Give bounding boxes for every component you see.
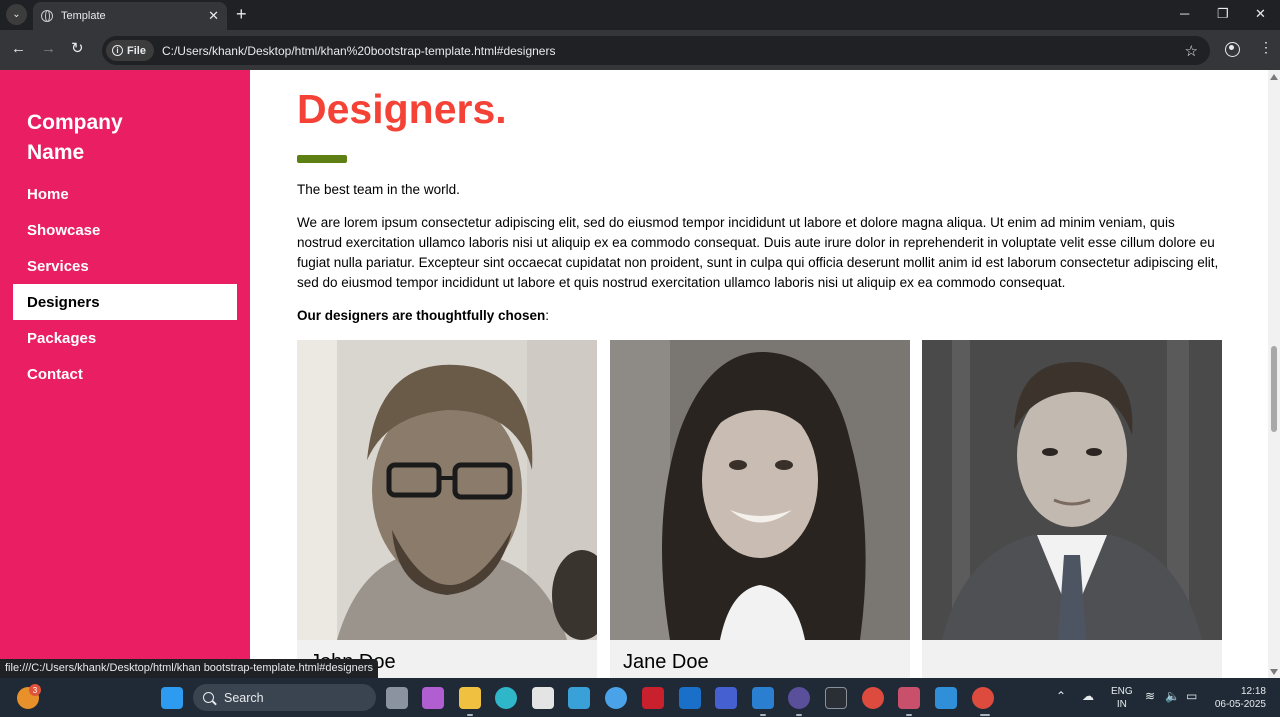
tab-search-button[interactable]: ⌄ [6,4,27,25]
terminal-icon[interactable] [825,687,847,709]
designer-card: John Doe [297,340,597,678]
windows-taskbar: 3 Search ⌃ ☁ ENG IN ≋ 🔈 ▭ 12:18 06-05-20… [0,678,1280,717]
vscode-icon[interactable] [752,687,774,709]
notification-badge: 3 [29,684,41,696]
show-hidden-icons-chevron-up-icon[interactable]: ⌃ [1056,690,1066,703]
title-underline [297,155,347,163]
tab-strip: ⌄ Template ✕ + ─ ❐ ✕ [0,0,1280,30]
chrome-active-icon[interactable] [972,687,994,709]
sidebar-item-home[interactable]: Home [13,176,237,212]
site-info-chip[interactable]: i File [106,40,154,61]
search-icon [203,692,214,703]
clock-time: 12:18 [1240,686,1266,697]
clock[interactable]: 12:18 06-05-2025 [1212,685,1266,711]
sidebar-item-showcase[interactable]: Showcase [13,212,237,248]
mysql-workbench-icon[interactable] [568,687,590,709]
task-view-icon[interactable] [386,687,408,709]
profile-icon[interactable] [1225,42,1240,57]
edge-icon[interactable] [495,687,517,709]
language-indicator[interactable]: ENG IN [1111,685,1133,711]
clock-date: 06-05-2025 [1214,699,1266,710]
file-chip-label: File [127,44,146,57]
windows-start-icon[interactable] [161,687,183,709]
designer-photo [297,340,597,640]
info-icon: i [112,45,123,56]
scroll-down-arrow[interactable] [1270,669,1278,675]
taskbar-search[interactable]: Search [193,684,376,711]
bookmark-star-icon[interactable]: ☆ [1185,42,1198,60]
new-tab-button[interactable]: + [236,5,247,23]
wifi-icon[interactable]: ≋ [1145,690,1155,703]
designers-intro-bold: Our designers are thoughtfully chosen [297,308,546,323]
scroll-up-arrow[interactable] [1270,74,1278,80]
file-explorer-icon[interactable] [459,687,481,709]
designer-photo [922,340,1222,640]
designer-photo [610,340,910,640]
close-tab-icon[interactable]: ✕ [208,8,219,24]
mcafee-icon[interactable] [642,687,664,709]
minimize-button[interactable]: ─ [1180,6,1189,21]
photos-icon[interactable] [935,687,957,709]
close-window-button[interactable]: ✕ [1255,6,1266,22]
browser-tab[interactable]: Template ✕ [33,2,227,30]
snipping-tool-icon[interactable] [898,687,920,709]
chrome-icon[interactable] [862,687,884,709]
taskbar-search-label: Search [224,690,264,705]
region-code: IN [1116,699,1127,710]
sidebar: Company Name Home Showcase Services Desi… [0,70,250,678]
page-title: Designers. [297,86,507,132]
scrollbar-thumb[interactable] [1271,346,1277,432]
battery-icon[interactable]: ▭ [1186,690,1197,703]
running-indicator [760,714,766,716]
python-icon[interactable] [605,687,627,709]
restore-button[interactable]: ❐ [1217,6,1229,22]
company-name: Company Name [27,111,123,164]
volume-icon[interactable]: 🔈 [1165,690,1180,703]
tab-title: Template [61,10,106,22]
running-indicator [467,714,473,716]
designers-intro-colon: : [545,308,550,323]
back-button[interactable]: ← [11,40,26,58]
sidebar-item-designers[interactable]: Designers [13,284,237,320]
active-indicator [980,714,990,716]
reload-button[interactable]: ↻ [71,40,84,58]
sidebar-item-packages[interactable]: Packages [13,320,237,356]
copilot-icon[interactable] [422,687,444,709]
outlook-icon[interactable] [679,687,701,709]
running-indicator [906,714,912,716]
tagline: The best team in the world. [297,182,460,197]
power-automate-icon[interactable] [715,687,737,709]
address-bar[interactable]: i File C:/Users/khank/Desktop/html/khan%… [102,36,1210,65]
browser-menu-icon[interactable]: ⋮ [1259,40,1273,54]
page-viewport: Company Name Home Showcase Services Desi… [0,70,1268,678]
sidebar-item-contact[interactable]: Contact [13,356,237,392]
forward-button[interactable]: → [41,40,56,58]
designer-name: Jane Doe [623,651,709,673]
url-text[interactable]: C:/Users/khank/Desktop/html/khan%20boots… [162,44,1185,58]
sidebar-item-services[interactable]: Services [13,248,237,284]
designer-card [922,340,1222,678]
globe-icon [41,10,53,22]
eclipse-icon[interactable] [788,687,810,709]
onedrive-icon[interactable]: ☁ [1082,690,1094,703]
designers-intro: Our designers are thoughtfully chosen: [297,308,549,323]
language-code: ENG [1111,686,1133,697]
page-scrollbar[interactable] [1268,70,1280,678]
store-icon[interactable] [532,687,554,709]
browser-toolbar: ← → ↻ i File C:/Users/khank/Desktop/html… [0,30,1280,70]
intro-paragraph: We are lorem ipsum consectetur adipiscin… [297,215,1219,290]
designer-card: Jane Doe [610,340,910,678]
running-indicator [796,714,802,716]
link-status-bubble: file:///C:/Users/khank/Desktop/html/khan… [0,659,379,678]
